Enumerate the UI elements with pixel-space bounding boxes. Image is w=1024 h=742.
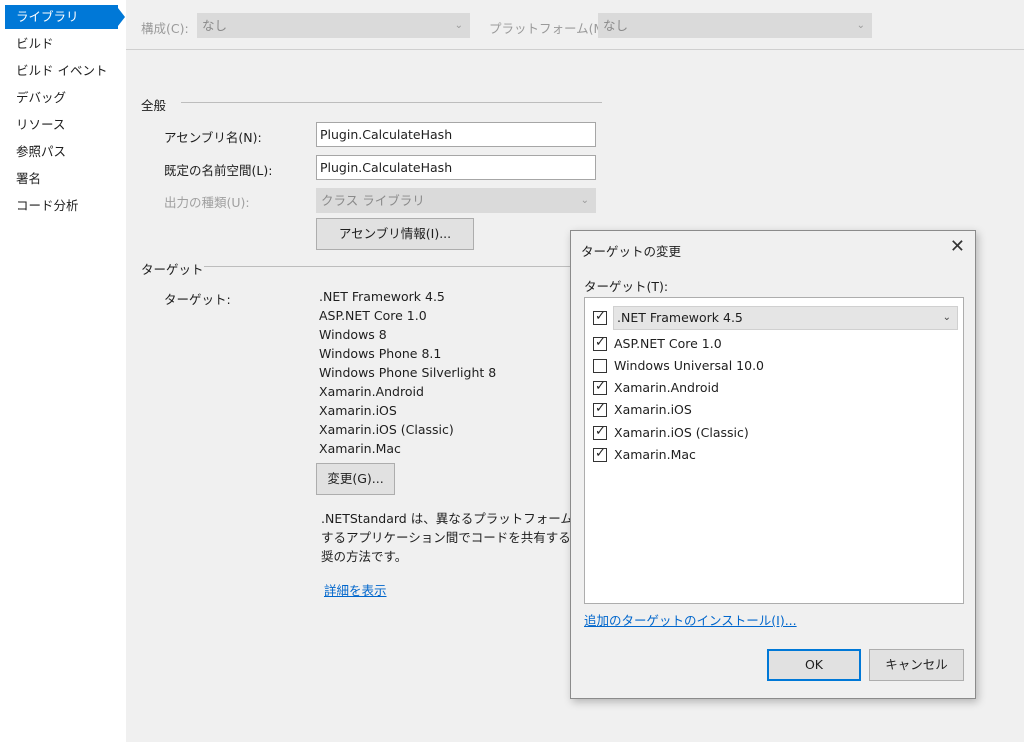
option-label: ASP.NET Core 1.0: [614, 336, 722, 351]
description-area: .NETStandard は、異なるプラットフォームを対象 するアプリケーション…: [0, 0, 571, 742]
check-icon: ✓: [595, 335, 606, 350]
chevron-down-icon: ⌄: [856, 20, 865, 31]
option-label: Xamarin.iOS (Classic): [614, 425, 749, 440]
check-icon: ✓: [595, 401, 606, 416]
chevron-down-icon: ⌄: [942, 312, 951, 323]
option-label: Xamarin.Android: [614, 380, 719, 395]
close-icon[interactable]: ✕: [950, 237, 965, 257]
dialog-title: ターゲットの変更: [581, 244, 682, 259]
check-icon: ✓: [595, 446, 606, 461]
option-checkbox[interactable]: ✓: [593, 446, 607, 462]
description-text: 奨の方法です。: [321, 549, 408, 564]
option-label: Xamarin.Mac: [614, 447, 696, 462]
platform-select[interactable]: なし ⌄: [598, 13, 872, 38]
ok-button[interactable]: OK: [767, 649, 861, 681]
check-icon: ✓: [595, 424, 606, 439]
option-checkbox[interactable]: ✓: [593, 401, 607, 417]
ok-button-label: OK: [804, 657, 824, 672]
platform-value: なし: [603, 18, 629, 33]
install-additional-targets-link[interactable]: 追加のターゲットのインストール(I)...: [584, 610, 797, 629]
target-checklist: ✓ .NET Framework 4.5 ⌄ ✓ ASP.NET Core 1.…: [584, 297, 964, 604]
option-checkbox[interactable]: ✓: [593, 379, 607, 395]
cancel-button-label: キャンセル: [885, 657, 948, 672]
framework-select[interactable]: .NET Framework 4.5 ⌄: [613, 306, 958, 330]
description-text: .NETStandard は、異なるプラットフォームを対象: [321, 511, 571, 526]
option-checkbox[interactable]: ✓: [593, 335, 607, 351]
change-targets-dialog: ターゲットの変更 ✕ ターゲット(T): ✓ .NET Framework 4.…: [570, 230, 976, 699]
cancel-button[interactable]: キャンセル: [869, 649, 964, 681]
show-details-link[interactable]: 詳細を表示: [324, 580, 387, 599]
option-label: Xamarin.iOS: [614, 402, 692, 417]
targets-label: ターゲット(T):: [584, 279, 669, 294]
check-icon: ✓: [595, 379, 606, 394]
framework-checkbox[interactable]: ✓: [593, 309, 607, 325]
description-text: するアプリケーション間でコードを共有するための: [321, 530, 571, 545]
option-checkbox[interactable]: ✓: [593, 424, 607, 440]
option-checkbox[interactable]: [593, 359, 607, 373]
check-icon: ✓: [595, 309, 606, 324]
framework-value: .NET Framework 4.5: [617, 310, 743, 325]
option-label: Windows Universal 10.0: [614, 358, 764, 373]
chevron-down-icon: ⌄: [580, 195, 589, 206]
